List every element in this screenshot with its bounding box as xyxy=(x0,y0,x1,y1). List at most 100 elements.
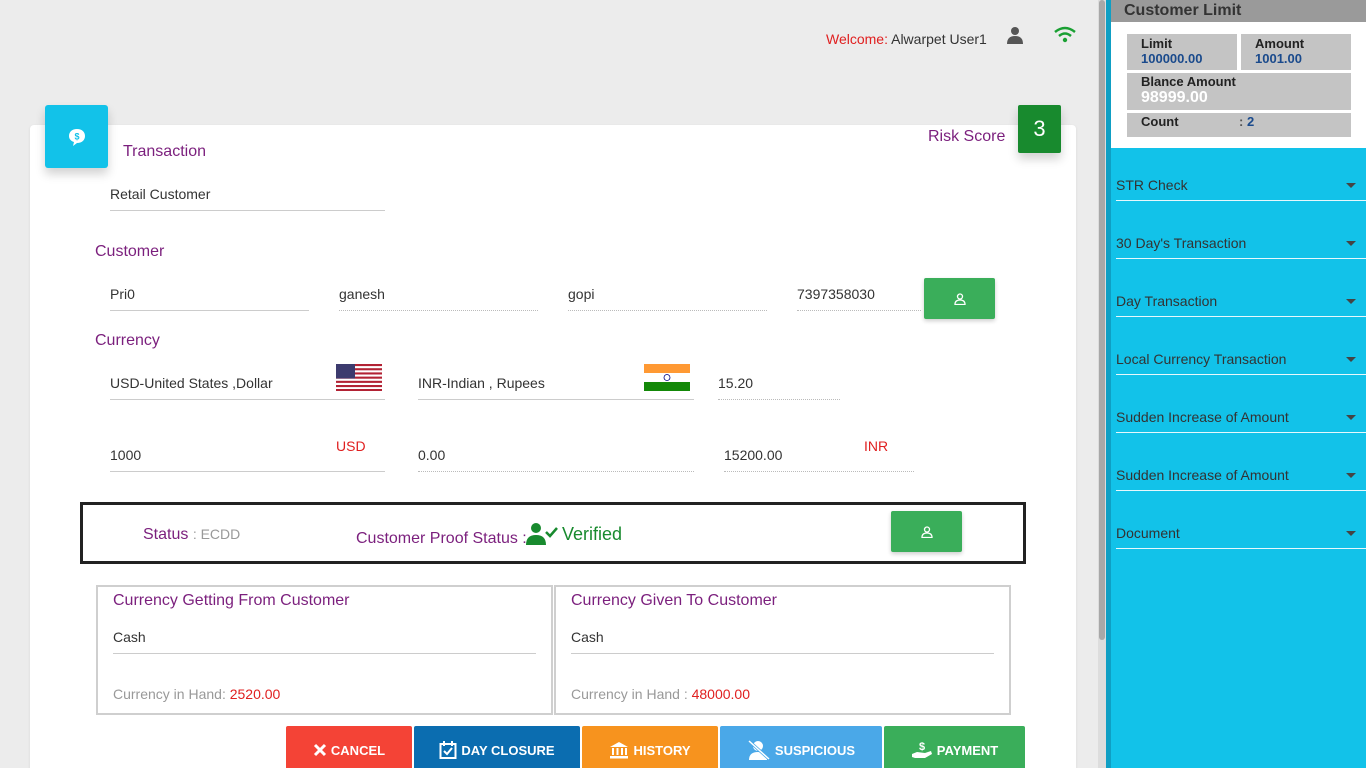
user-name: Alwarpet User1 xyxy=(891,31,987,47)
suspicious-label: SUSPICIOUS xyxy=(774,742,856,758)
menu-label: STR Check xyxy=(1116,177,1188,193)
exchange-rate-field[interactable]: 15.20 xyxy=(718,375,840,400)
user-icon xyxy=(953,292,966,305)
count-cell: Count : 2 xyxy=(1127,113,1351,137)
us-flag-icon xyxy=(336,364,382,391)
to-unit-label: INR xyxy=(864,438,889,454)
balance-cell: Blance Amount 98999.00 xyxy=(1127,73,1351,110)
calendar-check-icon xyxy=(439,741,457,759)
svg-text:$: $ xyxy=(919,741,925,753)
status-value: ECDD xyxy=(200,526,241,542)
phone-field[interactable]: 7397358030 xyxy=(797,286,921,311)
chevron-down-icon xyxy=(1346,415,1356,420)
money-bubble-icon: $ xyxy=(68,128,85,146)
menu-document[interactable]: Document xyxy=(1116,519,1366,549)
bank-icon xyxy=(610,742,629,759)
amount-label: Amount xyxy=(1255,36,1305,51)
risk-score-badge: 3 xyxy=(1018,105,1061,153)
status-label: Status : ECDD xyxy=(143,526,241,543)
svg-text:$: $ xyxy=(74,131,79,141)
transaction-type-select[interactable]: Retail Customer xyxy=(110,186,385,211)
chevron-down-icon xyxy=(1346,299,1356,304)
verified-text: Verified xyxy=(562,523,623,544)
count-value: 2 xyxy=(1247,114,1255,129)
transaction-badge: $ xyxy=(45,105,108,168)
currency-given-hand-label: Currency in Hand : xyxy=(571,686,688,702)
menu-label: Sudden Increase of Amount xyxy=(1116,409,1289,425)
limit-value: 100000.00 xyxy=(1141,51,1203,66)
count-label: Count xyxy=(1141,114,1179,129)
risk-score-label: Risk Score xyxy=(928,128,1006,145)
chevron-down-icon xyxy=(1346,357,1356,362)
proof-status-label-text: Customer Proof Status xyxy=(356,530,518,547)
last-name-field[interactable]: gopi xyxy=(568,286,767,311)
user-slash-icon xyxy=(747,740,770,760)
menu-label: Document xyxy=(1116,525,1180,541)
currency-getting-hand: Currency in Hand: 2520.00 xyxy=(113,686,280,702)
currency-given-hand: Currency in Hand : 48000.00 xyxy=(571,686,750,702)
currency-getting-hand-value: 2520.00 xyxy=(229,686,281,702)
customer-limit-title: Customer Limit xyxy=(1111,0,1366,22)
menu-label: Local Currency Transaction xyxy=(1116,351,1287,367)
currency-given-title: Currency Given To Customer xyxy=(571,592,777,609)
transaction-title: Transaction xyxy=(123,143,206,160)
amount-cell: Amount 1001.00 xyxy=(1241,34,1351,70)
payment-button[interactable]: $ PAYMENT xyxy=(884,726,1025,768)
limit-label: Limit xyxy=(1141,36,1173,51)
currency-getting-title: Currency Getting From Customer xyxy=(113,592,350,609)
menu-label: Sudden Increase of Amount xyxy=(1116,467,1289,483)
cancel-label: CANCEL xyxy=(330,742,386,758)
currency-given-mode-select[interactable]: Cash xyxy=(571,629,994,654)
currency-given-hand-value: 48000.00 xyxy=(691,686,751,702)
balance-label: Blance Amount xyxy=(1141,74,1236,89)
status-label-text: Status xyxy=(143,526,189,543)
user-check-icon xyxy=(526,523,558,545)
currency-given-box: Currency Given To Customer Cash Currency… xyxy=(554,585,1011,715)
menu-local-currency-transaction[interactable]: Local Currency Transaction xyxy=(1116,345,1366,375)
customer-code-field[interactable]: Pri0 xyxy=(110,286,309,311)
wifi-icon xyxy=(1054,26,1076,43)
menu-sudden-increase-1[interactable]: Sudden Increase of Amount xyxy=(1116,403,1366,433)
menu-str-check[interactable]: STR Check xyxy=(1116,171,1366,201)
currency-getting-mode-select[interactable]: Cash xyxy=(113,629,536,654)
first-name-field[interactable]: ganesh xyxy=(339,286,538,311)
balance-value: 98999.00 xyxy=(1141,89,1208,106)
limit-cell: Limit 100000.00 xyxy=(1127,34,1237,70)
menu-label: Day Transaction xyxy=(1116,293,1218,309)
proof-status-value: Verified xyxy=(526,522,622,546)
user-icon[interactable] xyxy=(1006,26,1024,44)
hand-dollar-icon: $ xyxy=(911,741,932,758)
amount-value: 1001.00 xyxy=(1255,51,1302,66)
chevron-down-icon xyxy=(1346,473,1356,478)
count-separator: : xyxy=(1239,114,1244,129)
middle-amount-field[interactable]: 0.00 xyxy=(418,447,694,472)
chevron-down-icon xyxy=(1346,241,1356,246)
user-icon xyxy=(920,525,933,538)
day-closure-label: DAY CLOSURE xyxy=(461,742,555,758)
welcome-label: Welcome: xyxy=(826,31,888,47)
menu-day-transaction[interactable]: Day Transaction xyxy=(1116,287,1366,317)
currency-getting-hand-label: Currency in Hand: xyxy=(113,686,226,702)
menu-label: 30 Day's Transaction xyxy=(1116,235,1247,251)
proof-customer-button[interactable] xyxy=(891,511,962,552)
customer-title: Customer xyxy=(95,243,165,260)
history-button[interactable]: HISTORY xyxy=(582,726,718,768)
suspicious-button[interactable]: SUSPICIOUS xyxy=(720,726,882,768)
chevron-down-icon xyxy=(1346,183,1356,188)
cancel-button[interactable]: CANCEL xyxy=(286,726,412,768)
menu-30-days-transaction[interactable]: 30 Day's Transaction xyxy=(1116,229,1366,259)
currency-getting-box: Currency Getting From Customer Cash Curr… xyxy=(96,585,553,715)
proof-status-label: Customer Proof Status : xyxy=(356,530,527,547)
from-unit-label: USD xyxy=(336,438,366,454)
main-scrollbar-thumb[interactable] xyxy=(1099,0,1105,640)
menu-sudden-increase-2[interactable]: Sudden Increase of Amount xyxy=(1116,461,1366,491)
payment-label: PAYMENT xyxy=(936,742,999,758)
india-flag-icon xyxy=(644,364,690,391)
chevron-down-icon xyxy=(1346,531,1356,536)
welcome-text: Welcome: Alwarpet User1 xyxy=(826,31,987,47)
day-closure-button[interactable]: DAY CLOSURE xyxy=(414,726,580,768)
close-icon xyxy=(313,743,326,757)
currency-title: Currency xyxy=(95,332,160,349)
customer-lookup-button[interactable] xyxy=(924,278,995,319)
history-label: HISTORY xyxy=(633,742,691,758)
